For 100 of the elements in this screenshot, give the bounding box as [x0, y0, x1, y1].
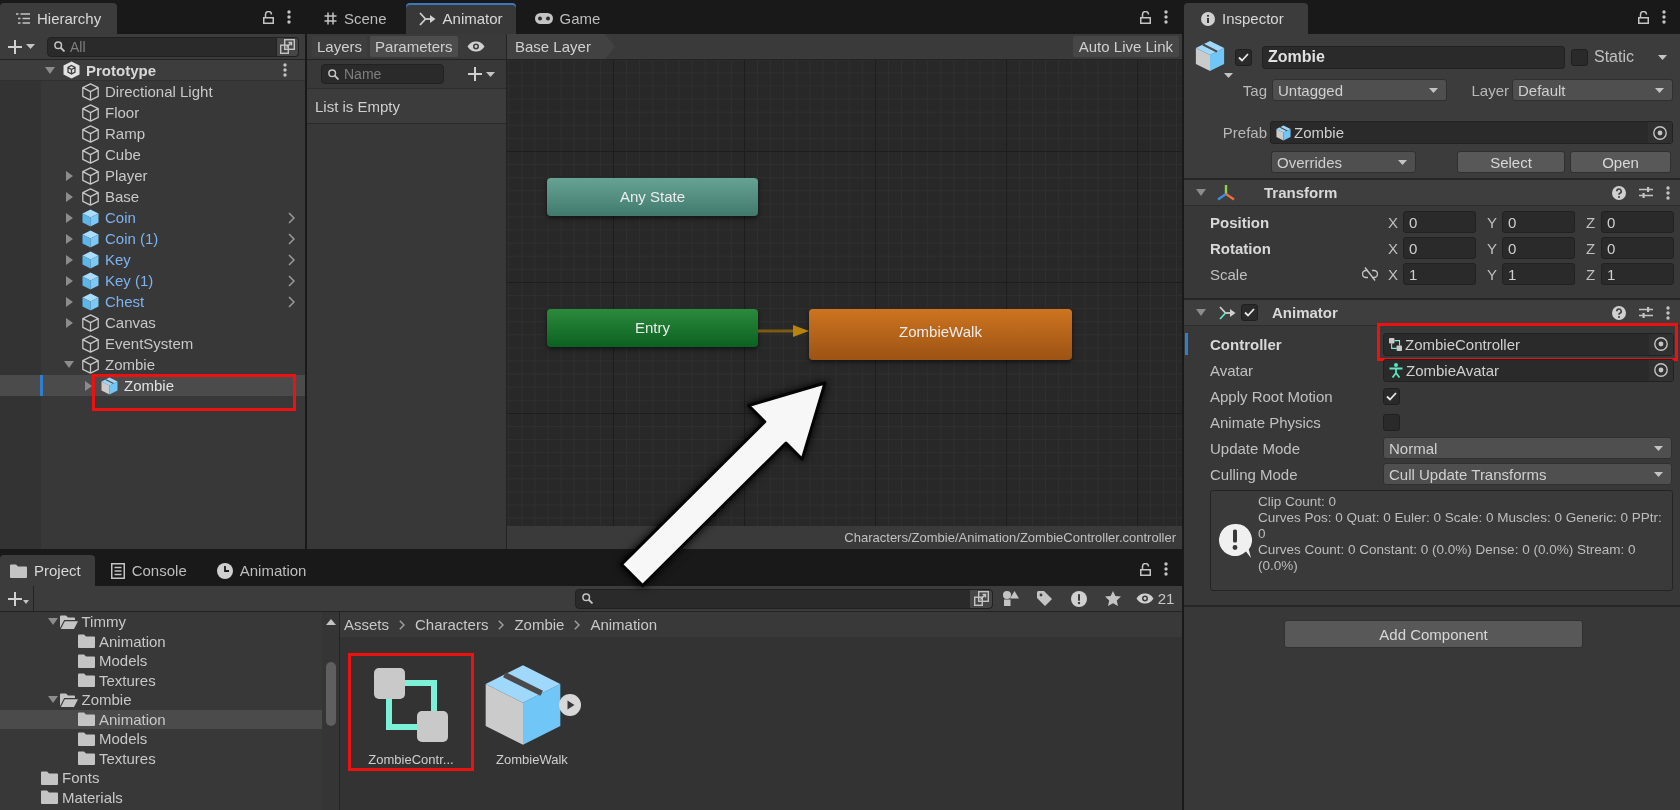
- disclosure-triangle-icon[interactable]: [84, 380, 92, 391]
- disclosure-triangle-icon[interactable]: [47, 696, 58, 704]
- chevron-icon[interactable]: [288, 295, 295, 308]
- live-link-button[interactable]: Auto Live Link: [1072, 36, 1179, 57]
- panel-tab[interactable]: Hierarchy: [0, 3, 118, 34]
- hierarchy-item[interactable]: Player: [0, 165, 305, 186]
- asset-tile[interactable]: ZombieWalk: [476, 653, 588, 771]
- box-arrow-icon[interactable]: [973, 591, 989, 606]
- number-field[interactable]: 0: [1403, 211, 1476, 233]
- state-node[interactable]: ZombieWalk: [809, 309, 1072, 360]
- dropdown[interactable]: Untagged: [1272, 79, 1447, 101]
- checkbox[interactable]: [1235, 48, 1252, 66]
- chevron-icon[interactable]: [288, 211, 295, 224]
- number-field[interactable]: 1: [1601, 263, 1674, 285]
- object-field[interactable]: ZombieController: [1383, 332, 1674, 356]
- disclosure-triangle-icon[interactable]: [1196, 309, 1206, 316]
- hierarchy-item[interactable]: Directional Light: [0, 81, 305, 102]
- more-icon[interactable]: [1164, 562, 1168, 576]
- more-icon[interactable]: [1666, 185, 1670, 200]
- broken-chain-icon[interactable]: [1362, 267, 1378, 281]
- object-field[interactable]: ZombieAvatar: [1383, 358, 1674, 382]
- more-icon[interactable]: [1666, 305, 1670, 320]
- dropdown[interactable]: Default: [1512, 79, 1673, 101]
- breadcrumb-item[interactable]: Animation: [590, 616, 658, 633]
- sliders-icon[interactable]: [1639, 186, 1653, 199]
- hierarchy-item[interactable]: Coin (1): [0, 228, 305, 249]
- asset-tile[interactable]: ZombieContr...: [348, 653, 474, 771]
- panel-tab[interactable]: Scene: [311, 3, 400, 34]
- hierarchy-item[interactable]: Zombie: [0, 375, 305, 396]
- number-field[interactable]: 0: [1601, 211, 1674, 233]
- dropdown[interactable]: Normal: [1383, 437, 1672, 459]
- breadcrumb-item[interactable]: Assets: [344, 616, 389, 633]
- play-icon[interactable]: [559, 694, 581, 716]
- help-icon[interactable]: [1612, 185, 1626, 200]
- mode-tab[interactable]: Layers: [312, 36, 368, 57]
- box-arrow-icon[interactable]: [280, 39, 295, 54]
- folder-item[interactable]: Models: [0, 651, 322, 671]
- add-button[interactable]: [468, 67, 495, 81]
- state-node[interactable]: Entry: [547, 309, 758, 347]
- target-icon[interactable]: [1653, 125, 1667, 140]
- more-icon[interactable]: [1662, 10, 1666, 24]
- folder-item[interactable]: Animation: [0, 631, 322, 651]
- chevron-icon[interactable]: [288, 232, 295, 245]
- more-icon[interactable]: [1164, 10, 1168, 24]
- hidden-packages-button[interactable]: 21: [1130, 587, 1180, 610]
- hierarchy-item[interactable]: Key: [0, 249, 305, 270]
- number-field[interactable]: 0: [1403, 237, 1476, 259]
- disclosure-triangle-icon[interactable]: [65, 254, 73, 265]
- number-field[interactable]: 0: [1601, 237, 1674, 259]
- component-header[interactable]: Transform: [1184, 180, 1680, 206]
- target-icon[interactable]: [1654, 363, 1668, 377]
- disclosure-triangle-icon[interactable]: [65, 191, 73, 202]
- folder-item[interactable]: Textures: [0, 748, 322, 768]
- more-icon[interactable]: [283, 63, 287, 77]
- panel-tab[interactable]: Animation: [206, 555, 321, 586]
- more-icon[interactable]: [287, 10, 291, 24]
- lock-icon[interactable]: [1140, 562, 1151, 576]
- hierarchy-item[interactable]: Chest: [0, 291, 305, 312]
- mode-tab[interactable]: Parameters: [370, 36, 458, 57]
- disclosure-triangle-icon[interactable]: [65, 233, 73, 244]
- disclosure-triangle-icon[interactable]: [47, 618, 58, 626]
- scene-item[interactable]: Prototype: [0, 60, 305, 81]
- folder-item[interactable]: Models: [0, 729, 322, 749]
- object-name-field[interactable]: Zombie: [1262, 45, 1565, 69]
- hierarchy-item[interactable]: Zombie: [0, 354, 305, 375]
- checkbox[interactable]: [1383, 387, 1400, 405]
- hierarchy-item[interactable]: Key (1): [0, 270, 305, 291]
- breadcrumb-item[interactable]: Base Layer: [507, 34, 615, 59]
- component-header[interactable]: Animator: [1184, 298, 1680, 326]
- hierarchy-item[interactable]: Floor: [0, 102, 305, 123]
- hierarchy-item[interactable]: Base: [0, 186, 305, 207]
- disclosure-triangle-icon[interactable]: [65, 275, 73, 286]
- folder-item[interactable]: Materials: [0, 787, 322, 807]
- folder-item[interactable]: Animation: [0, 709, 322, 729]
- number-field[interactable]: 0: [1502, 211, 1575, 233]
- number-field[interactable]: 1: [1502, 263, 1575, 285]
- disclosure-triangle-icon[interactable]: [65, 170, 73, 181]
- prefab-button[interactable]: Open: [1570, 151, 1671, 173]
- chevron-icon[interactable]: [288, 274, 295, 287]
- dropdown[interactable]: Cull Update Transforms: [1383, 463, 1672, 485]
- lock-icon[interactable]: [1638, 10, 1649, 24]
- search-field[interactable]: Name: [321, 64, 444, 84]
- chevron-icon[interactable]: [288, 253, 295, 266]
- hierarchy-item[interactable]: Canvas: [0, 312, 305, 333]
- dropdown[interactable]: Overrides: [1271, 151, 1416, 173]
- disclosure-triangle-icon[interactable]: [65, 317, 73, 328]
- checkbox[interactable]: [1241, 304, 1258, 321]
- hierarchy-item[interactable]: Coin: [0, 207, 305, 228]
- panel-tab[interactable]: Console: [100, 555, 201, 586]
- disclosure-triangle-icon[interactable]: [65, 212, 73, 223]
- lock-icon[interactable]: [1140, 10, 1151, 24]
- checkbox[interactable]: [1383, 413, 1400, 431]
- transition-arrow[interactable]: [758, 325, 809, 337]
- help-icon[interactable]: [1612, 305, 1626, 320]
- prefab-button[interactable]: Select: [1457, 151, 1565, 173]
- panel-tab[interactable]: Animator: [405, 3, 516, 34]
- disclosure-triangle-icon[interactable]: [65, 296, 73, 307]
- folder-item[interactable]: Timmy: [0, 612, 322, 632]
- folder-item[interactable]: Zombie: [0, 690, 322, 710]
- hierarchy-item[interactable]: Ramp: [0, 123, 305, 144]
